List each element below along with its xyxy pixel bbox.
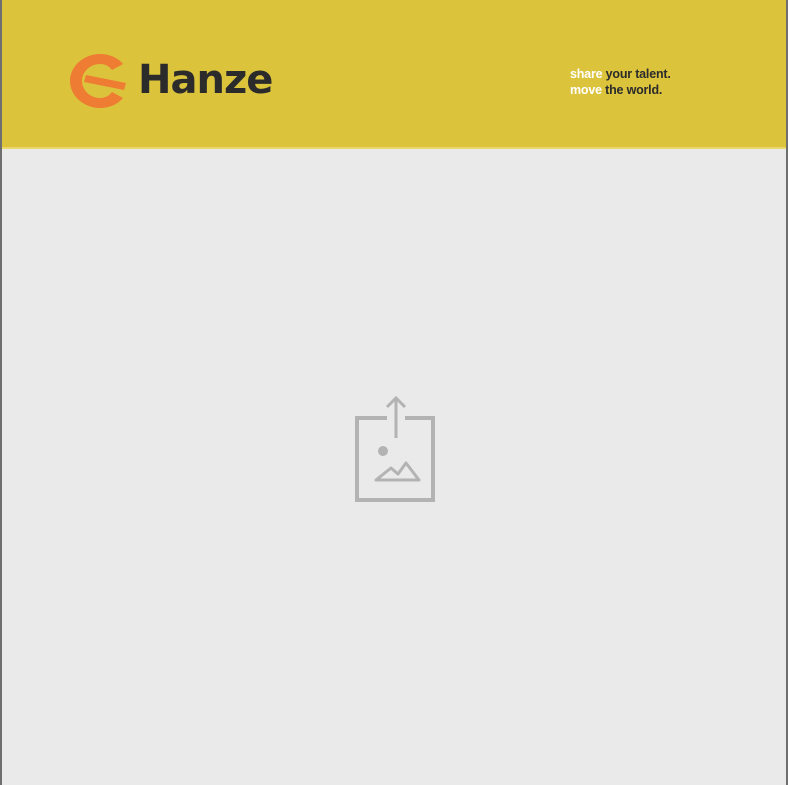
tagline-line-1-suffix: your talent. [605,67,671,81]
image-frame: Hanze share your talent. move the world. [0,0,788,785]
tagline-line-2-suffix: the world. [605,83,663,97]
tagline: share your talent. move the world. [570,66,671,98]
hanze-logo-icon [70,54,126,108]
tagline-line-2-prefix: move [570,83,602,97]
hanze-logo: Hanze [66,48,273,112]
tagline-line-1: share your talent. [570,66,671,82]
header-banner: Hanze share your talent. move the world. [2,0,786,149]
tagline-line-2: move the world. [570,82,671,98]
logo-wordmark: Hanze [138,57,273,103]
image-upload-icon [355,395,435,502]
image-upload-placeholder[interactable] [351,390,441,506]
tagline-line-1-prefix: share [570,67,603,81]
